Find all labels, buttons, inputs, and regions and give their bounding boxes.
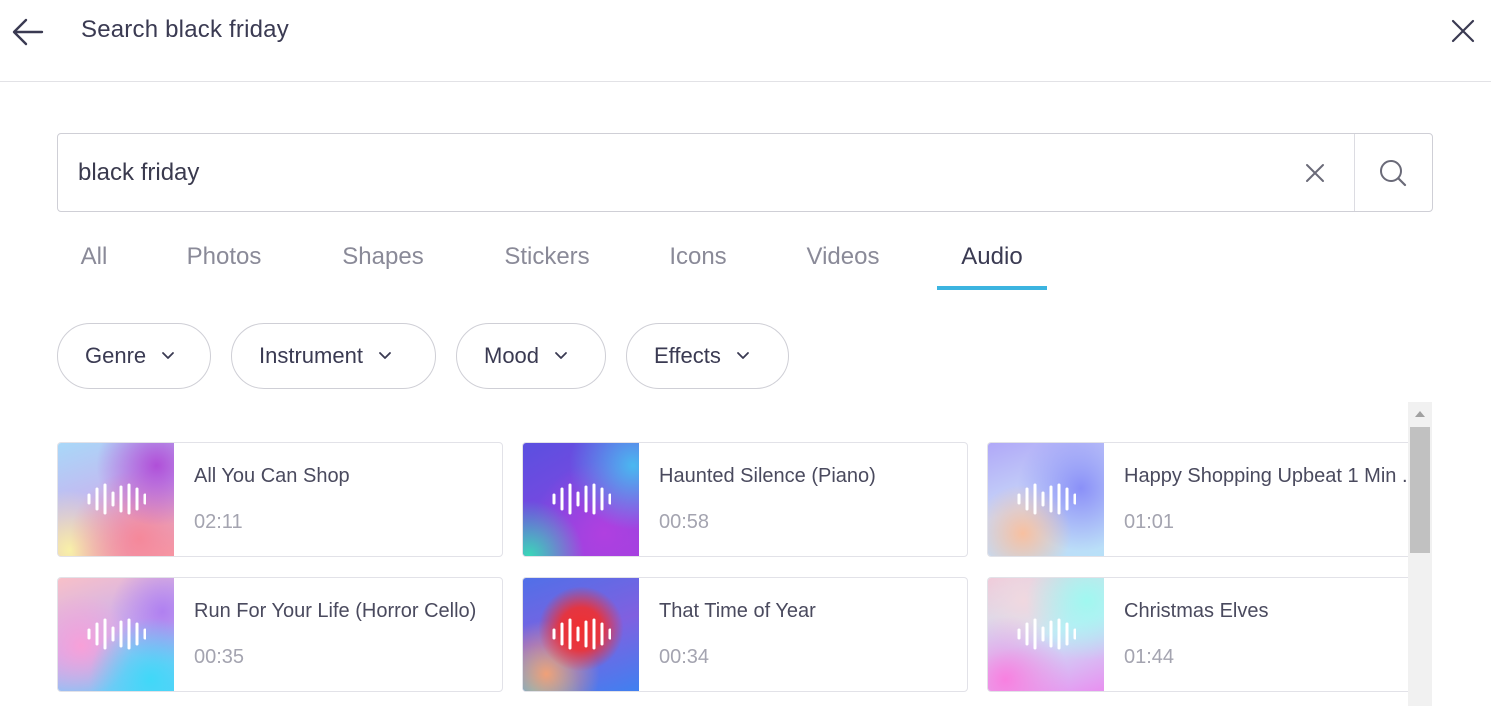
audio-card[interactable]: Run For Your Life (Horror Cello) 00:35 (57, 577, 503, 692)
audio-thumbnail (523, 443, 639, 556)
audio-thumbnail (523, 578, 639, 691)
page-title: Search black friday (81, 16, 289, 43)
tab-videos[interactable]: Videos (800, 236, 886, 292)
waveform-icon (1017, 483, 1076, 515)
waveform-icon (87, 483, 146, 515)
chevron-down-icon (736, 352, 749, 359)
audio-card[interactable]: That Time of Year 00:34 (522, 577, 968, 692)
audio-thumbnail (58, 443, 174, 556)
back-button[interactable] (10, 14, 46, 50)
tab-photos[interactable]: Photos (181, 236, 267, 292)
filter-label: Genre (85, 343, 147, 368)
filter-label: Instrument (259, 343, 363, 368)
filter-effects[interactable]: Effects (626, 323, 789, 389)
close-icon (1451, 19, 1475, 43)
results-scrollbar[interactable] (1408, 402, 1432, 706)
waveform-icon (552, 483, 611, 515)
clear-icon (1306, 164, 1324, 182)
tab-shapes[interactable]: Shapes (337, 236, 429, 292)
chevron-down-icon (555, 352, 567, 359)
filter-bar: Genre Instrument Mood Effects (57, 323, 957, 389)
scroll-up-button[interactable] (1408, 402, 1432, 426)
waveform-icon (87, 618, 146, 650)
filter-mood[interactable]: Mood (456, 323, 606, 389)
search-button[interactable] (1376, 156, 1410, 190)
audio-card[interactable]: All You Can Shop 02:11 (57, 442, 503, 557)
audio-duration: 00:35 (194, 646, 245, 668)
chevron-down-icon (379, 352, 391, 359)
filter-label: Effects (654, 343, 721, 368)
audio-duration: 02:11 (194, 511, 243, 533)
filter-label: Mood (484, 343, 540, 368)
close-button[interactable] (1447, 15, 1479, 47)
tab-stickers[interactable]: Stickers (498, 236, 596, 292)
arrow-left-icon (12, 18, 44, 46)
tab-all[interactable]: All (77, 236, 111, 292)
clear-search-button[interactable] (1300, 158, 1330, 188)
audio-thumbnail (988, 443, 1104, 556)
audio-title: Run For Your Life (Horror Cello) (194, 600, 477, 622)
search-icon (1380, 160, 1407, 187)
audio-card[interactable]: Haunted Silence (Piano) 00:58 (522, 442, 968, 557)
audio-title: Christmas Elves (1124, 600, 1269, 622)
triangle-up-icon (1415, 411, 1425, 417)
audio-card[interactable]: Christmas Elves 01:44 (987, 577, 1409, 692)
audio-results-grid: All You Can Shop 02:11 Haunted Silence (… (57, 442, 1409, 706)
tab-icons[interactable]: Icons (665, 236, 731, 292)
active-tab-indicator (937, 286, 1047, 290)
search-divider (1354, 134, 1355, 211)
search-box (57, 133, 1433, 212)
filter-instrument[interactable]: Instrument (231, 323, 436, 389)
audio-thumbnail (988, 578, 1104, 691)
tab-audio[interactable]: Audio (953, 236, 1031, 292)
audio-title: All You Can Shop (194, 465, 350, 487)
audio-duration: 00:34 (659, 646, 710, 668)
header-bar: Search black friday (0, 0, 1491, 82)
waveform-icon (1017, 618, 1076, 650)
audio-thumbnail (58, 578, 174, 691)
scrollbar-thumb[interactable] (1410, 427, 1430, 553)
audio-duration: 01:01 (1124, 511, 1175, 533)
chevron-down-icon (162, 352, 175, 359)
audio-title: Happy Shopping Upbeat 1 Min .. (1124, 465, 1409, 487)
filter-genre[interactable]: Genre (57, 323, 211, 389)
audio-title: That Time of Year (659, 600, 816, 622)
search-input[interactable] (78, 154, 1278, 192)
audio-title: Haunted Silence (Piano) (659, 465, 876, 487)
waveform-icon (552, 618, 611, 650)
audio-card[interactable]: Happy Shopping Upbeat 1 Min .. 01:01 (987, 442, 1409, 557)
audio-duration: 00:58 (659, 511, 710, 533)
category-tabs: All Photos Shapes Stickers Icons Videos … (57, 236, 1433, 292)
audio-duration: 01:44 (1124, 646, 1175, 668)
